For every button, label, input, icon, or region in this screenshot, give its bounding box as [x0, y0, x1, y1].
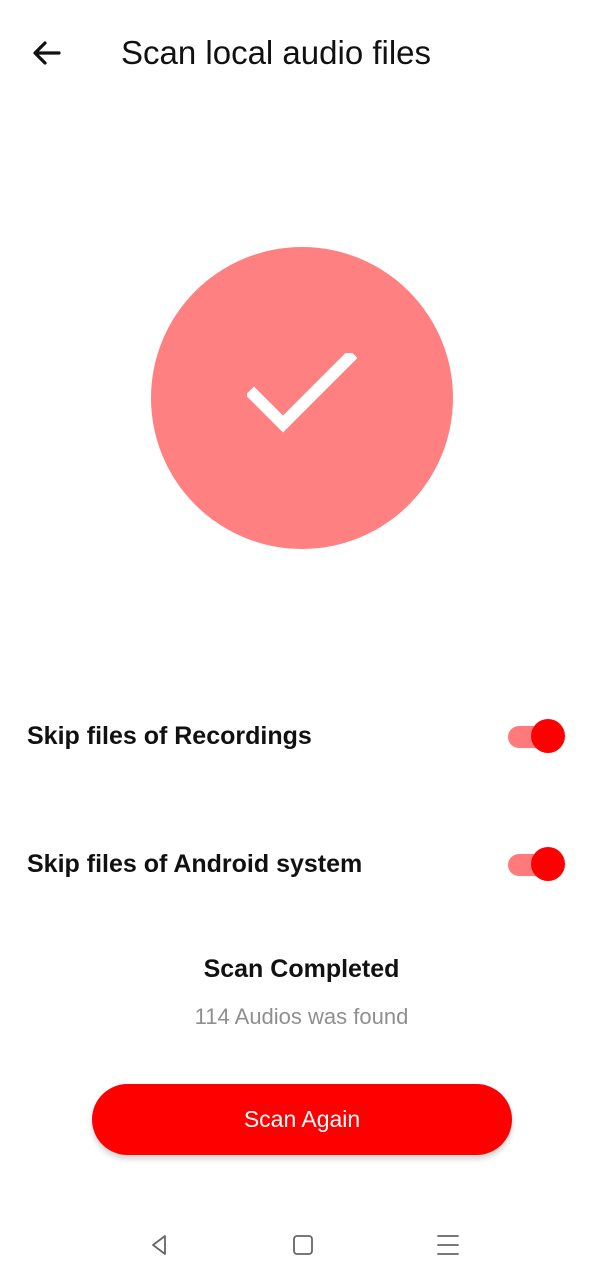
checkmark-icon — [247, 353, 357, 433]
nav-back-button[interactable] — [142, 1228, 176, 1262]
skip-recordings-toggle[interactable] — [507, 718, 567, 754]
skip-android-system-label: Skip files of Android system — [27, 850, 363, 878]
skip-android-system-toggle[interactable] — [507, 846, 567, 882]
square-home-icon — [293, 1235, 313, 1255]
system-navigation-bar — [0, 1210, 603, 1280]
toggle-thumb — [531, 847, 565, 881]
scan-again-button[interactable]: Scan Again — [92, 1084, 512, 1155]
skip-android-system-setting: Skip files of Android system — [0, 834, 603, 894]
arrow-left-icon — [33, 41, 61, 65]
scan-status-title: Scan Completed — [203, 955, 400, 983]
page-title: Scan local audio files — [121, 34, 432, 71]
back-button[interactable] — [22, 28, 72, 78]
nav-menu-button[interactable] — [431, 1228, 465, 1262]
skip-recordings-label: Skip files of Recordings — [27, 722, 312, 750]
toggle-thumb — [531, 719, 565, 753]
menu-lines-icon — [437, 1235, 459, 1255]
app-bar: Scan local audio files — [0, 0, 603, 104]
scan-complete-indicator — [151, 247, 453, 549]
skip-recordings-setting: Skip files of Recordings — [0, 706, 603, 766]
scan-result-count: 114 Audios was found — [194, 1004, 409, 1029]
nav-home-button[interactable] — [286, 1228, 320, 1262]
triangle-back-icon — [152, 1235, 166, 1255]
